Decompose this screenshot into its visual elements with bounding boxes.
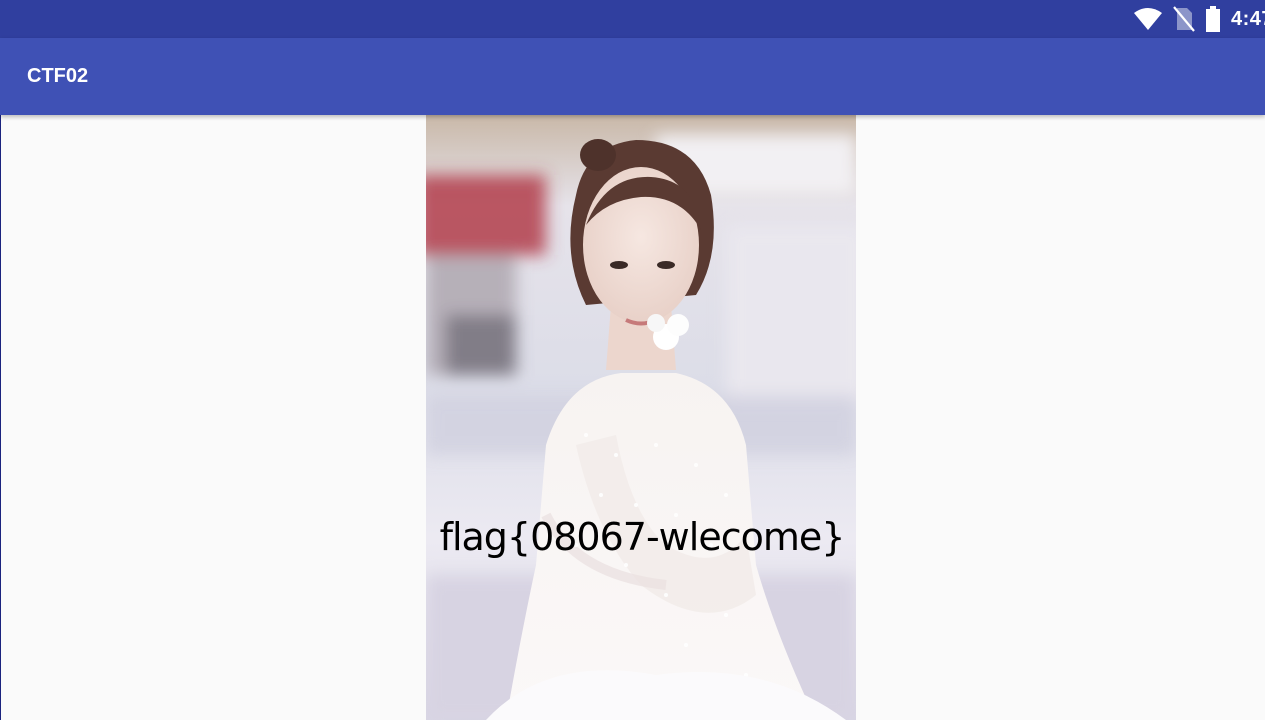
app-bar: CTF02 [0, 38, 1265, 115]
left-edge-divider [0, 115, 1, 720]
no-sim-icon [1173, 6, 1195, 32]
content-area: flag{08067-wlecome} [0, 115, 1265, 720]
status-bar: 4:47 [0, 0, 1265, 38]
status-clock: 4:47 [1230, 7, 1265, 30]
battery-icon [1205, 6, 1221, 32]
woman-photo [426, 115, 856, 720]
status-icons: 4:47 [1133, 0, 1265, 38]
app-title: CTF02 [27, 65, 89, 87]
wifi-icon [1133, 7, 1163, 31]
flag-text: flag{08067-wlecome} [439, 515, 846, 559]
